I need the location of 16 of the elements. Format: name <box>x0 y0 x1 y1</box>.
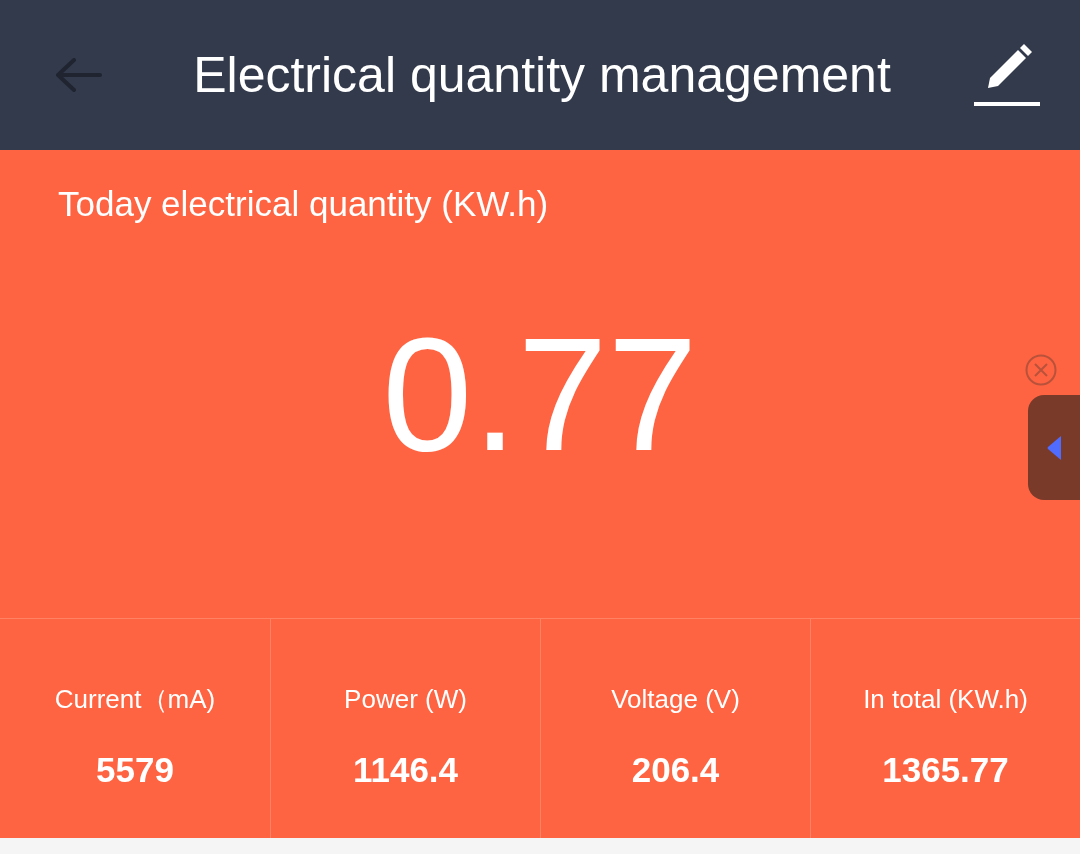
page-title: Electrical quantity management <box>192 50 892 100</box>
today-label: Today electrical quantity (KW.h) <box>57 183 550 221</box>
side-drawer-tab[interactable] <box>1028 395 1080 500</box>
stat-label: In total (KW.h) <box>863 686 1028 712</box>
stat-label: Power (W) <box>344 686 467 712</box>
stat-value: 1146.4 <box>352 752 459 787</box>
stat-value: 206.4 <box>631 752 720 787</box>
back-arrow-icon <box>54 58 102 92</box>
pencil-icon <box>974 44 1040 106</box>
stat-label: Voltage (V) <box>611 686 740 712</box>
stat-label: Current（mA) <box>54 686 216 712</box>
stat-value: 5579 <box>96 752 174 787</box>
today-value: 0.77 <box>382 312 698 475</box>
close-circle-icon <box>1025 354 1057 386</box>
stat-value: 1365.77 <box>882 752 1009 787</box>
triangle-left-icon <box>1047 435 1061 460</box>
